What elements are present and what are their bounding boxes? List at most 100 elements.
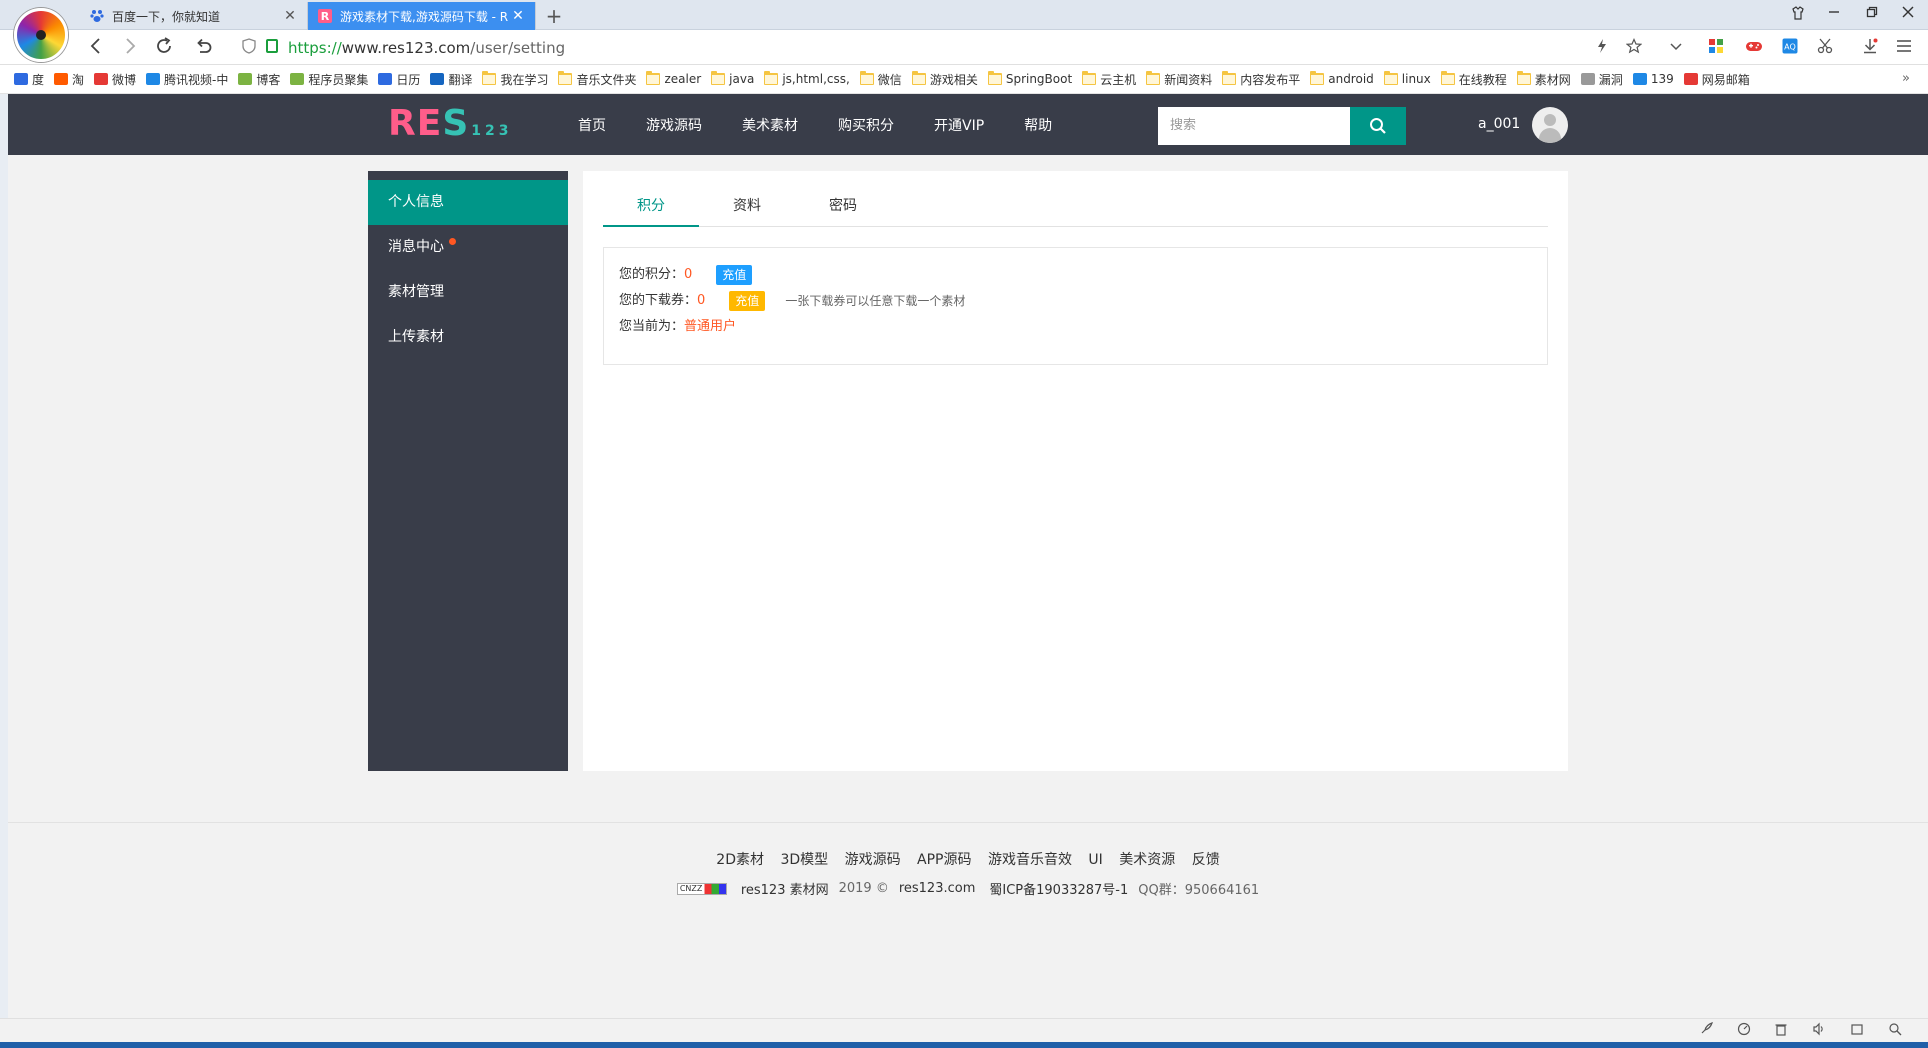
back-icon[interactable] xyxy=(84,36,108,60)
browser-logo-icon[interactable] xyxy=(14,8,68,62)
recharge-points-button[interactable]: 充值 xyxy=(716,265,753,285)
sidebar-item-assets[interactable]: 素材管理 xyxy=(368,270,568,315)
bookmark-item[interactable]: 度 xyxy=(14,71,44,88)
folder-icon xyxy=(1082,71,1097,85)
bookmark-icon xyxy=(378,73,393,85)
bookmark-item[interactable]: java xyxy=(711,71,755,86)
apps-grid-icon[interactable] xyxy=(1706,38,1726,58)
footer-link[interactable]: 反馈 xyxy=(1192,852,1220,868)
star-icon[interactable] xyxy=(1624,38,1644,58)
tab-profile[interactable]: 资料 xyxy=(699,186,795,227)
bookmark-item[interactable]: 网易邮箱 xyxy=(1683,71,1750,88)
new-tab-button[interactable]: + xyxy=(544,4,564,28)
footer-link[interactable]: 2D素材 xyxy=(716,852,764,868)
nav-game-source[interactable]: 游戏源码 xyxy=(646,115,702,135)
rocket-icon[interactable] xyxy=(1697,1022,1715,1040)
folder-icon xyxy=(558,71,573,85)
sidebar-item-messages[interactable]: 消息中心 xyxy=(368,225,568,270)
bookmark-item[interactable]: 素材网 xyxy=(1516,71,1571,88)
forward-icon[interactable] xyxy=(118,36,142,60)
bookmark-item[interactable]: 微博 xyxy=(94,71,136,88)
tab-baidu[interactable]: 百度一下，你就知道 ✕ xyxy=(80,2,308,30)
avatar[interactable] xyxy=(1532,107,1568,143)
menu-icon[interactable] xyxy=(1894,38,1914,58)
bookmark-item[interactable]: linux xyxy=(1383,71,1431,86)
tab-points[interactable]: 积分 xyxy=(603,186,699,227)
bookmark-item[interactable]: 在线教程 xyxy=(1440,71,1507,88)
scissors-icon[interactable] xyxy=(1816,38,1836,58)
footer-link[interactable]: APP源码 xyxy=(917,852,971,868)
chevron-down-icon[interactable] xyxy=(1666,38,1686,58)
nav-art-assets[interactable]: 美术素材 xyxy=(742,115,798,135)
bookmark-item[interactable]: js,html,css, xyxy=(764,71,850,86)
bookmark-item[interactable]: 新闻资料 xyxy=(1146,71,1212,88)
search-input[interactable]: 搜索 xyxy=(1158,107,1350,145)
nav-buy-points[interactable]: 购买积分 xyxy=(838,115,894,135)
speed-icon[interactable] xyxy=(1735,1022,1753,1040)
sidebar-item-label: 个人信息 xyxy=(388,194,444,210)
undo-icon[interactable] xyxy=(192,36,216,60)
footer-link[interactable]: 游戏音乐音效 xyxy=(988,852,1072,868)
search-button[interactable] xyxy=(1350,107,1406,145)
zoom-icon[interactable] xyxy=(1886,1022,1904,1040)
bookmark-item[interactable]: 云主机 xyxy=(1082,71,1136,88)
window-icon[interactable] xyxy=(1848,1022,1866,1040)
refresh-icon[interactable] xyxy=(152,36,176,60)
gamepad-icon[interactable] xyxy=(1744,38,1764,58)
bookmark-item[interactable]: 音乐文件夹 xyxy=(558,71,636,88)
bookmark-item[interactable]: zealer xyxy=(646,71,701,86)
bookmark-item[interactable]: 我在学习 xyxy=(482,71,548,88)
tab-close-icon[interactable]: ✕ xyxy=(511,8,525,24)
bookmark-item[interactable]: SpringBoot xyxy=(987,71,1072,86)
tab-title: 游戏素材下载,游戏源码下载 - R xyxy=(340,9,509,24)
folder-icon xyxy=(987,71,1002,85)
footer-link[interactable]: 美术资源 xyxy=(1119,852,1175,868)
bookmark-item[interactable]: 日历 xyxy=(378,71,420,88)
url-field[interactable]: https://www.res123.com/user/setting xyxy=(288,36,565,60)
skin-icon[interactable] xyxy=(1788,6,1808,24)
bookmark-item[interactable]: 游戏相关 xyxy=(911,71,978,88)
username[interactable]: a_001 xyxy=(1478,116,1520,132)
nav-vip[interactable]: 开通VIP xyxy=(934,115,984,135)
bookmark-item[interactable]: 腾讯视频-中 xyxy=(146,71,228,88)
footer-link[interactable]: 3D模型 xyxy=(780,852,828,868)
download-icon[interactable] xyxy=(1860,38,1880,58)
bookmark-item[interactable]: 程序员聚集 xyxy=(290,71,368,88)
close-window-icon[interactable] xyxy=(1898,6,1918,22)
sidebar-item-upload[interactable]: 上传素材 xyxy=(368,315,568,360)
bookmark-label: 在线教程 xyxy=(1458,72,1507,87)
restore-icon[interactable] xyxy=(1862,6,1882,22)
volume-icon[interactable] xyxy=(1810,1022,1828,1040)
bookmark-item[interactable]: 淘 xyxy=(54,71,84,88)
cnzz-badge[interactable]: CNZZ xyxy=(676,882,727,895)
tab-res123[interactable]: R 游戏素材下载,游戏源码下载 - R ✕ xyxy=(308,2,536,30)
site-logo[interactable]: RES 123 xyxy=(388,106,513,149)
main-nav: 首页 游戏源码 美术素材 购买积分 开通VIP 帮助 xyxy=(578,94,1092,155)
bookmark-item[interactable]: 微信 xyxy=(859,71,902,88)
translate-icon[interactable]: AQ xyxy=(1780,38,1800,58)
lightning-icon[interactable] xyxy=(1592,38,1612,58)
bookmark-item[interactable]: android xyxy=(1310,71,1374,86)
bookmark-item[interactable]: 翻译 xyxy=(430,71,472,88)
tab-password[interactable]: 密码 xyxy=(795,186,891,227)
minimize-icon[interactable] xyxy=(1824,6,1844,22)
bookmark-item[interactable]: 内容发布平 xyxy=(1222,71,1300,88)
bookmark-item[interactable]: 139 xyxy=(1632,72,1674,86)
footer-link[interactable]: UI xyxy=(1088,852,1102,868)
recharge-coupon-button[interactable]: 充值 xyxy=(729,291,766,311)
bookmark-item[interactable]: 博客 xyxy=(238,71,280,88)
footer-link[interactable]: 游戏源码 xyxy=(845,852,901,868)
sidebar-item-profile[interactable]: 个人信息 xyxy=(368,180,568,225)
shield-icon[interactable] xyxy=(242,38,256,58)
bookmarks-more-icon[interactable]: » xyxy=(1902,71,1910,86)
bookmark-item[interactable]: 漏洞 xyxy=(1580,71,1623,88)
bookmark-icon xyxy=(1683,73,1698,85)
trash-icon[interactable] xyxy=(1772,1022,1790,1040)
tab-close-icon[interactable]: ✕ xyxy=(283,8,297,24)
nav-help[interactable]: 帮助 xyxy=(1024,115,1052,135)
bookmark-label: 139 xyxy=(1650,72,1674,86)
bookmark-label: java xyxy=(729,72,755,86)
nav-home[interactable]: 首页 xyxy=(578,115,606,135)
footer-icp[interactable]: 蜀ICP备19033287号-1 xyxy=(989,879,1128,898)
footer-domain[interactable]: res123.com xyxy=(899,881,976,896)
